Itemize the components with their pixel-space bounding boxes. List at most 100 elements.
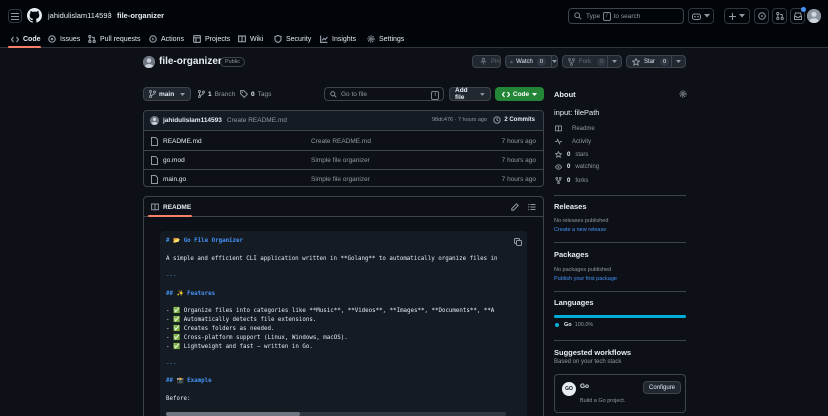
file-name[interactable]: main.go — [163, 176, 186, 183]
watch-button[interactable]: Watch 0 — [505, 55, 558, 68]
repo-title[interactable]: file-organizer — [159, 56, 222, 67]
about-item-readme[interactable]: Readme — [555, 125, 595, 132]
edit-pencil-icon[interactable] — [511, 203, 519, 211]
about-item-stars[interactable]: 0 stars — [555, 151, 588, 158]
tab-insights[interactable]: Insights — [320, 33, 356, 45]
notifications-button[interactable] — [790, 7, 806, 24]
go-to-file-input[interactable]: Go to file t — [324, 87, 444, 101]
issue-icon — [757, 12, 766, 20]
star-icon — [632, 57, 640, 66]
chevron-down-icon — [704, 14, 710, 18]
about-item-activity[interactable]: Activity — [555, 138, 591, 145]
readme-tab[interactable]: README — [151, 203, 191, 211]
pull-requests-button[interactable] — [772, 8, 787, 24]
repo-link[interactable]: file-organizer — [117, 11, 164, 20]
branch-selector[interactable]: main — [143, 87, 191, 101]
code-button-label: Code — [512, 90, 530, 98]
fork-button[interactable]: Fork 0 — [562, 55, 622, 68]
star-button[interactable]: Star 0 — [626, 55, 686, 68]
publish-package-link[interactable]: Publish your first package — [554, 276, 617, 282]
star-count: 0 — [660, 57, 670, 66]
create-new-button[interactable] — [724, 8, 750, 24]
add-file-button[interactable]: Add file — [449, 87, 491, 101]
about-item-forks[interactable]: 0 forks — [555, 177, 588, 184]
search-input[interactable]: Type / to search — [568, 8, 684, 24]
scrollbar-thumb[interactable] — [166, 412, 300, 416]
tag-label: Tags — [257, 90, 272, 98]
tab-projects[interactable]: Projects — [193, 33, 230, 45]
code-icon — [501, 91, 510, 97]
file-name[interactable]: go.mod — [163, 157, 185, 164]
readme-line: --- — [166, 273, 177, 279]
copy-icon[interactable] — [514, 238, 522, 246]
horizontal-scrollbar[interactable] — [166, 412, 506, 416]
about-item-watching[interactable]: 0 watching — [555, 164, 599, 170]
branch-name: main — [159, 90, 175, 98]
file-commit-message[interactable]: Simple file organizer — [311, 176, 370, 183]
copilot-button[interactable] — [688, 8, 714, 24]
tab-wiki[interactable]: Wiki — [238, 33, 263, 45]
tab-code[interactable]: Code — [11, 33, 41, 45]
code-button[interactable]: Code — [495, 87, 544, 101]
readme-line: ## ✨ Features — [166, 291, 216, 297]
pin-button[interactable]: Pin — [472, 55, 501, 68]
search-shortcut: / — [603, 11, 611, 21]
watch-label: Watch — [516, 58, 533, 65]
language-item-go[interactable]: Go 100.0% — [555, 322, 593, 328]
file-row[interactable]: main.go Simple file organizer 7 hours ag… — [144, 170, 543, 186]
commit-meta[interactable]: 98dc476 · 7 hours ago — [432, 117, 487, 123]
language-bar — [554, 315, 686, 318]
search-suffix: to search — [613, 12, 641, 20]
file-name[interactable]: README.md — [163, 138, 202, 145]
graph-icon — [320, 35, 328, 43]
add-file-label: Add file — [455, 87, 468, 101]
menu-button[interactable] — [8, 9, 22, 23]
book-icon — [151, 203, 159, 211]
issues-button[interactable] — [754, 8, 769, 24]
gear-icon — [367, 35, 375, 43]
tab-settings[interactable]: Settings — [367, 33, 404, 45]
chevron-down-icon — [612, 60, 617, 63]
tab-issues[interactable]: Issues — [48, 33, 80, 45]
tab-pull-requests[interactable]: Pull requests — [88, 33, 140, 45]
commit-author[interactable]: jahidulislam114593 — [163, 117, 222, 124]
global-header: jahidulislam114593 / file-organizer Type… — [0, 0, 828, 30]
readme-line: - ✅ Lightweight and fast — written in Go… — [166, 344, 313, 350]
commits-count: 2 Commits — [504, 117, 535, 123]
releases-heading[interactable]: Releases — [554, 202, 587, 211]
configure-workflow-button[interactable]: Configure — [643, 381, 682, 394]
github-logo-icon[interactable] — [27, 8, 42, 23]
table-icon — [193, 35, 201, 43]
tab-security[interactable]: Security — [274, 33, 311, 45]
file-commit-message[interactable]: Create README.md — [311, 138, 371, 145]
user-avatar[interactable] — [807, 9, 821, 23]
file-row[interactable]: README.md Create README.md 7 hours ago — [144, 132, 543, 151]
create-release-link[interactable]: Create a new release — [554, 227, 606, 233]
pin-icon — [480, 58, 487, 65]
file-commit-message[interactable]: Simple file organizer — [311, 157, 370, 164]
tab-label: Pull requests — [100, 35, 141, 43]
file-row[interactable]: go.mod Simple file organizer 7 hours ago — [144, 151, 543, 170]
branches-link[interactable]: 1 Branch — [198, 87, 235, 101]
readme-panel: README # 📂 Go File Organizer A simple an… — [143, 196, 544, 416]
chevron-down-icon — [739, 14, 745, 18]
commits-link[interactable]: 2 Commits — [493, 116, 535, 124]
watch-dropdown[interactable] — [550, 56, 557, 67]
tab-label: Security — [286, 35, 312, 43]
tab-actions[interactable]: Actions — [149, 33, 184, 45]
star-dropdown[interactable] — [671, 56, 685, 67]
tags-link[interactable]: 0 Tags — [240, 87, 271, 101]
packages-heading[interactable]: Packages — [554, 250, 589, 259]
repo-owner-avatar — [143, 56, 155, 68]
outline-list-icon[interactable] — [528, 203, 536, 211]
owner-link[interactable]: jahidulislam114593 — [48, 11, 112, 20]
pull-request-icon — [88, 35, 96, 43]
fork-icon — [568, 57, 575, 66]
readme-line: Before: — [166, 396, 191, 402]
commit-message[interactable]: Create README.md — [227, 117, 287, 124]
readme-tab-label: README — [163, 203, 192, 211]
gear-icon[interactable] — [679, 90, 687, 98]
fork-count: 0 — [597, 57, 607, 66]
go-logo-icon: GO — [562, 382, 576, 396]
fork-dropdown[interactable] — [607, 56, 621, 67]
